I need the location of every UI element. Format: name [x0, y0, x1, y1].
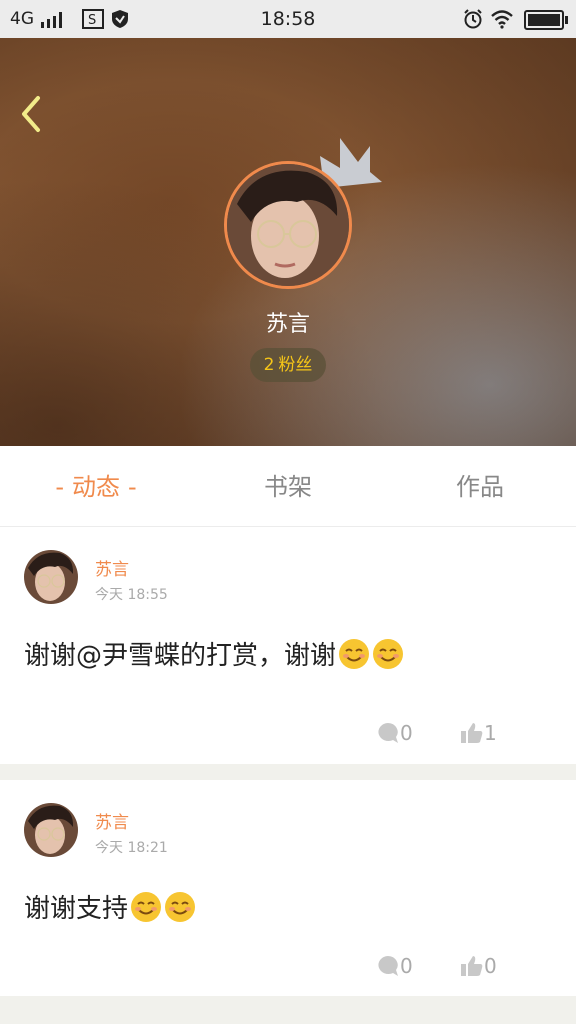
battery-icon — [524, 10, 568, 30]
tab-label: 书架 — [264, 473, 312, 501]
comment-icon — [378, 723, 398, 743]
avatar[interactable] — [24, 803, 78, 857]
fans-label: 粉丝 — [278, 355, 313, 375]
smile-emoji-icon — [131, 892, 162, 922]
like-button[interactable]: 1 — [460, 719, 497, 747]
post-actions: 0 1 — [376, 719, 506, 747]
smile-emoji-icon — [165, 892, 196, 922]
fans-count: 2 — [263, 355, 275, 375]
avatar[interactable] — [24, 550, 78, 604]
comment-count: 0 — [400, 954, 413, 978]
profile-header: 苏言 2 粉丝 — [0, 38, 576, 446]
thumbs-up-icon — [461, 956, 483, 976]
tab-bookshelf[interactable]: 书架 — [192, 446, 384, 526]
fans-badge[interactable]: 2 粉丝 — [250, 348, 326, 382]
smile-emoji-icon — [373, 639, 404, 669]
post-time: 今天 18:55 — [95, 587, 168, 603]
profile-avatar[interactable] — [224, 161, 352, 289]
comment-button[interactable]: 0 — [376, 952, 413, 980]
profile-name: 苏言 — [265, 312, 310, 337]
post-card[interactable]: 苏言 今天 18:21 谢谢支持 0 0 — [0, 780, 576, 996]
post-text: 谢谢@尹雪蝶的打赏，谢谢 — [24, 641, 337, 671]
post-actions: 0 0 — [376, 952, 506, 980]
profile-tabs: - 动态 - 书架 作品 — [0, 446, 576, 527]
comment-count: 0 — [400, 721, 413, 745]
post-text: 谢谢支持 — [24, 894, 129, 924]
tab-works[interactable]: 作品 — [384, 446, 576, 526]
tab-label: 作品 — [456, 473, 504, 501]
alarm-icon — [464, 9, 482, 29]
wifi-icon — [491, 10, 513, 29]
smile-emoji-icon — [339, 639, 370, 669]
post-card[interactable]: 苏言 今天 18:55 谢谢@尹雪蝶的打赏，谢谢 0 1 — [0, 527, 576, 764]
back-arrow-icon[interactable] — [14, 94, 54, 134]
comment-button[interactable]: 0 — [376, 719, 413, 747]
thumbs-up-icon — [461, 723, 483, 743]
like-count: 0 — [484, 954, 497, 978]
comment-icon — [378, 956, 398, 976]
post-author[interactable]: 苏言 — [95, 808, 129, 833]
post-time: 今天 18:21 — [95, 840, 168, 856]
tab-dynamics[interactable]: - 动态 - — [0, 446, 192, 526]
post-content: 谢谢@尹雪蝶的打赏，谢谢 — [24, 635, 404, 672]
post-author[interactable]: 苏言 — [95, 555, 129, 580]
tab-label: 动态 — [72, 473, 120, 501]
post-content: 谢谢支持 — [24, 888, 196, 925]
like-button[interactable]: 0 — [460, 952, 497, 980]
like-count: 1 — [484, 721, 497, 745]
status-bar: 4G S 18:58 — [0, 0, 576, 38]
